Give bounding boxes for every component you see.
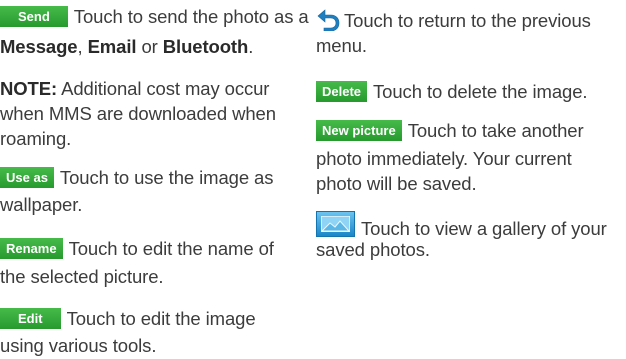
send-sep-2: or [136, 36, 163, 57]
send-description: Touch to send the photo as a [73, 6, 309, 27]
delete-line-1: Delete Touch to delete the image. [316, 80, 588, 104]
send-end: . [248, 36, 254, 57]
send-option-email: Email [87, 36, 137, 57]
note-label: NOTE: [0, 78, 58, 99]
send-option-message: Message [0, 36, 78, 57]
gallery-line-1: Touch to view a gallery of your [316, 211, 607, 241]
edit-button[interactable]: Edit [0, 308, 61, 329]
back-line-2: menu. [316, 35, 367, 56]
new-picture-line-2: photo immediately. Your current [316, 148, 572, 169]
new-picture-description: Touch to take another [407, 120, 584, 141]
gallery-line-2: saved photos. [316, 239, 430, 260]
send-line-2: Message, Email or Bluetooth. [0, 35, 253, 59]
rename-line-1: Rename Touch to edit the name of [0, 237, 274, 261]
back-line-1: Touch to return to the previous [316, 7, 591, 33]
delete-button[interactable]: Delete [316, 81, 368, 102]
use-as-description: Touch to use the image as [59, 167, 274, 188]
new-picture-button[interactable]: New picture [316, 120, 402, 141]
send-line-1: Send Touch to send the photo as a [0, 5, 309, 29]
send-option-bluetooth: Bluetooth [162, 36, 249, 57]
use-as-line-1: Use as Touch to use the image as [0, 166, 273, 190]
note-line-3: roaming. [0, 128, 72, 149]
back-description: Touch to return to the previous [344, 10, 591, 31]
note-line-2: when MMS are downloaded when [0, 103, 276, 124]
send-sep-1: , [77, 36, 88, 57]
back-arrow-icon[interactable] [316, 7, 340, 32]
delete-description: Touch to delete the image. [373, 81, 588, 102]
note-text-1: Additional cost may occur [57, 78, 270, 99]
edit-line-2: using various tools. [0, 335, 157, 356]
new-picture-line-3: photo will be saved. [316, 173, 477, 194]
edit-description: Touch to edit the image [66, 308, 256, 329]
rename-description: Touch to edit the name of [68, 238, 274, 259]
new-picture-line-1: New picture Touch to take another [316, 119, 584, 143]
rename-button[interactable]: Rename [0, 238, 63, 259]
edit-line-1: Edit Touch to edit the image [0, 307, 256, 331]
rename-line-2: the selected picture. [0, 266, 164, 287]
use-as-line-2: wallpaper. [0, 194, 83, 215]
send-button[interactable]: Send [0, 6, 68, 27]
gallery-icon[interactable] [316, 211, 355, 237]
gallery-description: Touch to view a gallery of your [361, 218, 607, 239]
note-line-1: NOTE: Additional cost may occur [0, 77, 269, 101]
use-as-button[interactable]: Use as [0, 167, 54, 188]
